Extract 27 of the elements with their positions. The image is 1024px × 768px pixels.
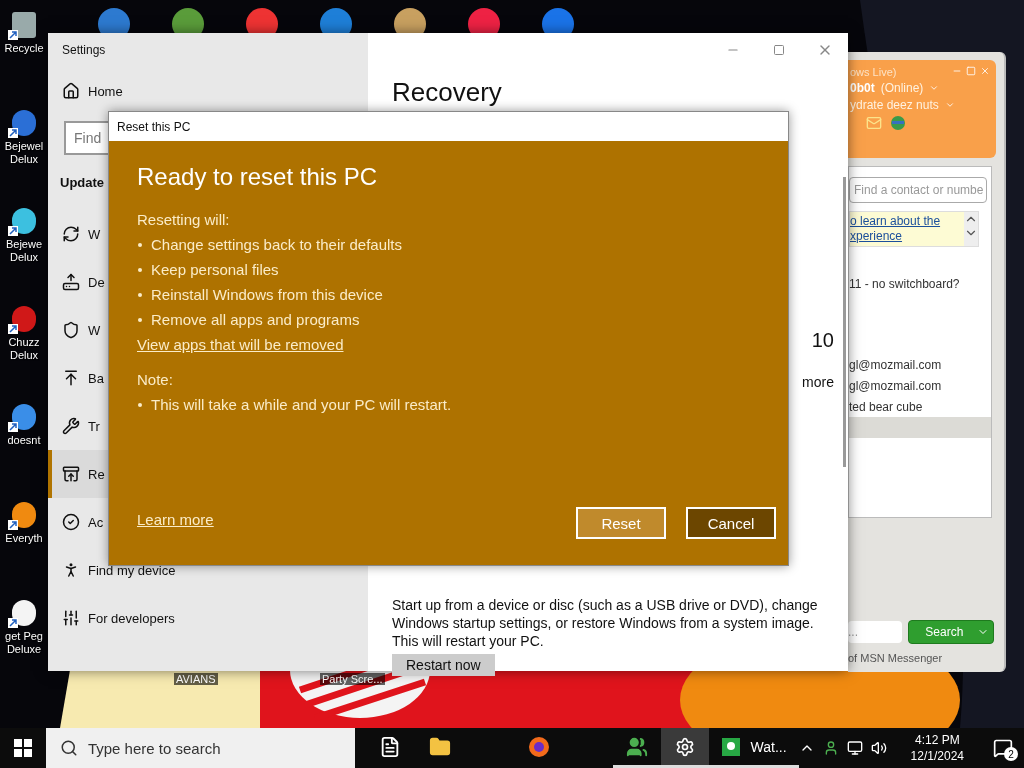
intro-text: Resetting will: [137, 210, 231, 230]
dialog-title: Reset this PC [117, 119, 191, 134]
page-title: Recovery [392, 77, 502, 107]
icon-label: doesnt [6, 434, 42, 447]
text-fragment: more [802, 374, 834, 390]
heading-fragment: 10 [811, 329, 834, 352]
bullet-item: This will take a while and your PC will restart. [137, 392, 776, 417]
section-title: Update [60, 175, 105, 190]
description: Start up from a device or disc (such as a USB drive or DVD), change Windows startup settings, or restore Windows from a system image. This will restart your PC. [392, 596, 819, 650]
icon-label: AVIANS [174, 673, 218, 685]
window-title: Settings [61, 43, 107, 57]
footer-text: of MSN Messenger [848, 652, 944, 666]
bullet-item: Remove all apps and programs [137, 307, 776, 332]
window-title: ows Live) [850, 66, 897, 78]
icon-label: Recycle [3, 42, 45, 55]
user-name: 0b0t [850, 81, 875, 95]
icon-label: Bejewe Delux [4, 238, 44, 264]
icon-label: Bejewel Delux [3, 140, 45, 166]
dialog-heading: Ready to reset this PC [137, 163, 379, 191]
bullet-item: Reinstall Windows from this device [137, 282, 776, 307]
note-label: Note: [137, 370, 174, 390]
icon-label: Chuzz Delux [7, 336, 41, 362]
icon-label: Party Scre... [320, 673, 385, 685]
bullet-item: Change settings back to their defaults [137, 232, 776, 257]
icon-label: get Peg Deluxe [4, 630, 44, 656]
icon-label: Everyth [4, 532, 44, 545]
bullet-item: Keep personal files [137, 257, 776, 282]
